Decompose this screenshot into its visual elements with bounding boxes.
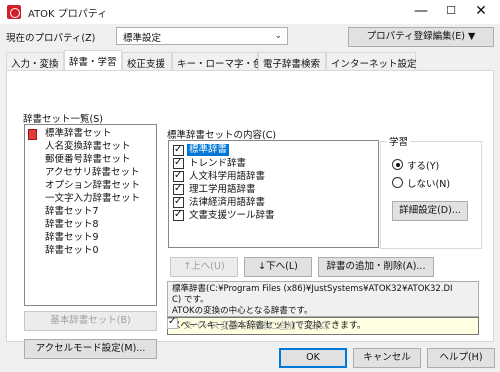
- list-item[interactable]: オプション辞書セット: [45, 179, 140, 192]
- list-item[interactable]: 辞書セット0: [45, 244, 99, 257]
- tab-input-conversion[interactable]: 入力・変換: [6, 52, 64, 70]
- current-property-value: 標準設定: [123, 33, 162, 44]
- list-item[interactable]: 文書支援ツール辞書: [173, 208, 373, 222]
- dictionary-icon: [28, 129, 37, 140]
- learning-group-label: 学習: [387, 134, 411, 148]
- list-item[interactable]: 標準辞書セット: [45, 127, 112, 140]
- help-button[interactable]: ヘルプ(H): [427, 348, 495, 368]
- dict-set-listbox[interactable]: 標準辞書セット 人名変換辞書セット 郵便番号辞書セット アクセサリ辞書セット オ…: [24, 124, 157, 306]
- list-item[interactable]: 郵便番号辞書セット: [45, 153, 131, 166]
- close-button[interactable]: ✕: [466, 0, 496, 24]
- dict-contents-listbox[interactable]: 標準辞書 トレンド辞書 人文科学用語辞書 理工学用語辞書 法律経済用語辞書 文書…: [168, 140, 379, 248]
- dialog-body: 現在のプロパティ(Z) 標準設定 ⌄ プロパティ登録編集(E) ▼ 入力・変換 …: [0, 24, 500, 372]
- tab-e-dictionary-search[interactable]: 電子辞書検索: [258, 52, 326, 70]
- list-item[interactable]: 人名変換辞書セット: [45, 140, 131, 153]
- move-up-button[interactable]: ↑上へ(U): [170, 257, 238, 277]
- checkbox[interactable]: [173, 169, 184, 182]
- list-item[interactable]: 人文科学用語辞書: [173, 169, 373, 183]
- property-register-edit-button[interactable]: プロパティ登録編集(E) ▼: [348, 27, 494, 47]
- current-property-label: 現在のプロパティ(Z): [6, 33, 96, 44]
- learning-yes-label[interactable]: する(Y): [407, 158, 439, 172]
- description-line: ATOKの変換の中心となる辞書です。: [172, 306, 313, 316]
- checkbox[interactable]: [173, 195, 184, 208]
- tab-proofreading[interactable]: 校正支援: [122, 52, 172, 70]
- list-item-label: 文書支援ツール辞書: [189, 210, 275, 221]
- add-remove-dictionary-button[interactable]: 辞書の追加・削除(A)...: [318, 257, 434, 277]
- list-item[interactable]: アクセサリ辞書セット: [45, 166, 140, 179]
- list-item[interactable]: 理工学用語辞書: [173, 182, 373, 196]
- tab-panel-dictionary-learning: 辞書セット一覧(S) 標準辞書セット 人名変換辞書セット 郵便番号辞書セット ア…: [6, 70, 494, 359]
- learning-no-label[interactable]: しない(N): [407, 176, 450, 190]
- dictionary-description: 標準辞書(C:¥Program Files (x86)¥JustSystems¥…: [167, 281, 479, 317]
- move-down-button[interactable]: ↓下へ(L): [244, 257, 312, 277]
- list-item[interactable]: 法律経済用語辞書: [173, 195, 373, 209]
- list-item[interactable]: 辞書セット8: [45, 218, 99, 231]
- list-item[interactable]: 一文字入力辞書セット: [45, 192, 140, 205]
- list-item[interactable]: 辞書セット7: [45, 205, 99, 218]
- dict-set-list-label: 辞書セット一覧(S): [23, 114, 103, 125]
- learning-yes-radio[interactable]: [392, 159, 403, 170]
- chevron-down-icon: ⌄: [274, 31, 282, 41]
- checkbox[interactable]: [173, 156, 184, 169]
- tab-internet-settings[interactable]: インターネット設定: [326, 52, 417, 70]
- learning-no-radio[interactable]: [392, 177, 403, 188]
- list-item-label: 法律経済用語辞書: [189, 197, 266, 208]
- description-line: 標準辞書(C:¥Program Files (x86)¥JustSystems¥…: [172, 284, 453, 294]
- maximize-button[interactable]: ☐: [436, 0, 466, 24]
- basic-dict-set-button[interactable]: 基本辞書セット(B): [24, 311, 157, 331]
- atok-app-icon: [7, 5, 21, 19]
- accel-mode-settings-button[interactable]: アクセルモード設定(M)...: [24, 339, 157, 359]
- list-item-label: 標準辞書: [187, 144, 230, 156]
- dict-contents-label: 標準辞書セットの内容(C): [167, 130, 277, 141]
- basic-dict-set-label: 基本辞書セット(B): [50, 315, 131, 326]
- current-property-select[interactable]: 標準設定 ⌄: [116, 27, 288, 45]
- space-candidate-checkbox[interactable]: [167, 316, 178, 329]
- list-item-label: 理工学用語辞書: [189, 184, 256, 195]
- space-candidate-label[interactable]: スペース変換で候補に追加する(K): [183, 318, 329, 332]
- cancel-button[interactable]: キャンセル: [353, 348, 421, 368]
- title-bar: ATOK プロパティ — ☐ ✕: [0, 0, 500, 24]
- learning-detail-button[interactable]: 詳細設定(D)...: [392, 201, 468, 221]
- minimize-button[interactable]: —: [406, 0, 436, 24]
- window-title: ATOK プロパティ: [28, 9, 108, 20]
- list-item[interactable]: トレンド辞書: [173, 156, 373, 170]
- description-line: C) です。: [172, 295, 209, 305]
- ok-button[interactable]: OK: [279, 348, 347, 368]
- list-item-label: 人文科学用語辞書: [189, 171, 266, 182]
- list-item[interactable]: 標準辞書: [173, 143, 373, 157]
- tab-dictionary-learning[interactable]: 辞書・学習: [64, 50, 122, 70]
- tab-key-romaji-color[interactable]: キー・ローマ字・色: [172, 52, 263, 70]
- checkbox[interactable]: [173, 143, 184, 156]
- list-item[interactable]: 辞書セット9: [45, 231, 99, 244]
- list-item-label: トレンド辞書: [189, 158, 247, 169]
- checkbox[interactable]: [173, 208, 184, 221]
- checkbox[interactable]: [173, 182, 184, 195]
